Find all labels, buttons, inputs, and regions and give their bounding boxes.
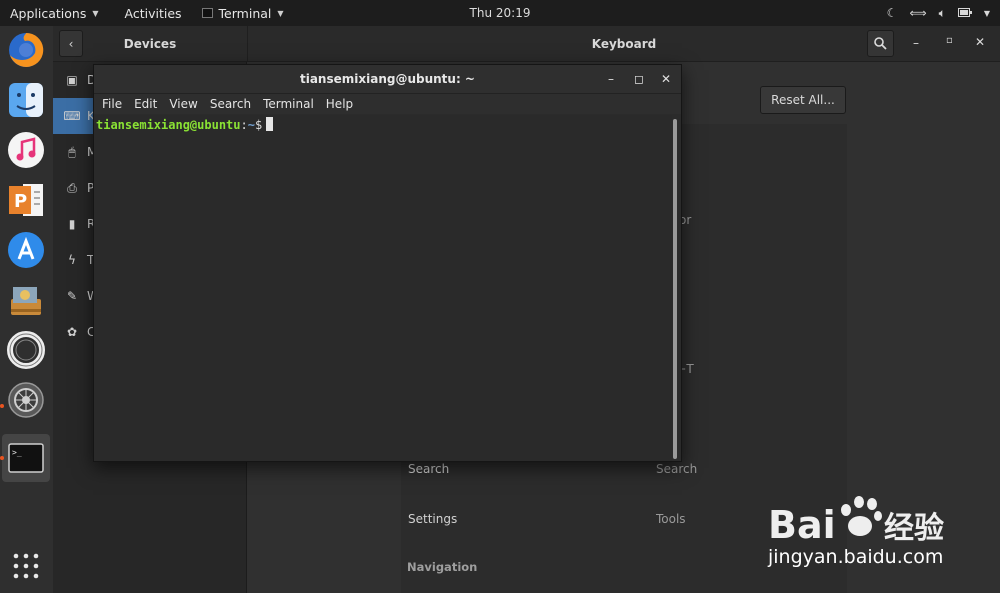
sidebar-title: Devices — [123, 37, 177, 51]
watermark-brand: Bai — [768, 503, 836, 547]
maximize-icon: ◻ — [634, 72, 644, 86]
search-button[interactable] — [867, 30, 894, 57]
prompt-separator: : — [240, 118, 248, 132]
terminal-close-button[interactable]: ✕ — [657, 70, 675, 88]
minimize-icon: – — [608, 72, 614, 86]
show-applications-icon — [13, 553, 39, 579]
firefox-icon — [9, 32, 44, 67]
search-icon — [874, 37, 887, 50]
volume-icon: 🔈︎ — [938, 5, 946, 20]
terminal-icon: >_ — [8, 443, 44, 473]
watermark-url: jingyan.baidu.com — [768, 546, 944, 568]
terminal-app-menu[interactable]: Terminal ▼ — [192, 0, 294, 26]
close-icon: ✕ — [660, 72, 672, 86]
music-launcher[interactable] — [6, 130, 46, 170]
running-indicator — [0, 404, 4, 408]
chevron-down-icon: ▼ — [983, 8, 990, 18]
terminal-scrollbar[interactable] — [673, 119, 677, 459]
thunderbolt-icon: ϟ — [68, 253, 76, 267]
music-icon — [8, 132, 44, 168]
shortcut-key: Tools — [656, 511, 686, 526]
running-indicator — [0, 456, 4, 460]
menu-file[interactable]: File — [96, 97, 128, 111]
shortcut-name: Search — [408, 461, 450, 476]
settings-header: ‹ Devices Keyboard – ▫ ✕ — [53, 26, 1000, 62]
chevron-down-icon: ▼ — [92, 8, 99, 18]
close-icon: ✕ — [975, 35, 986, 49]
chevron-down-icon: ▼ — [277, 8, 284, 18]
app-store-icon — [8, 232, 44, 268]
activities-label: Activities — [124, 5, 182, 21]
top-bar: Applications ▼ Activities Terminal ▼ Thu… — [0, 0, 1000, 26]
terminal-title: tiansemixiang@ubuntu: ~ — [299, 72, 475, 86]
finder-launcher[interactable] — [6, 80, 46, 120]
night-light-icon: ☾ — [886, 6, 898, 20]
menu-edit[interactable]: Edit — [128, 97, 163, 111]
terminal-titlebar[interactable]: tiansemixiang@ubuntu: ~ – ◻ ✕ — [94, 65, 681, 94]
wacom-icon: ✎ — [66, 289, 78, 303]
removable-media-icon: ▮ — [68, 217, 76, 231]
shortcut-name: Settings — [408, 511, 458, 526]
lifebuoy-icon — [7, 331, 45, 369]
terminal-launcher[interactable]: >_ — [2, 434, 50, 482]
network-icon: ⟺ — [909, 6, 927, 20]
applications-label: Applications — [10, 5, 87, 21]
installer-launcher[interactable] — [6, 280, 46, 320]
terminal-window[interactable]: tiansemixiang@ubuntu: ~ – ◻ ✕ File Edit … — [93, 64, 682, 462]
prompt-symbol: $ — [254, 118, 263, 132]
maximize-button[interactable]: ▫ — [946, 35, 953, 46]
terminal-minimize-button[interactable]: – — [602, 70, 620, 88]
installer-icon — [11, 287, 41, 315]
minimize-icon: – — [913, 36, 919, 50]
minimize-button[interactable]: – — [913, 36, 919, 50]
color-icon: ✿ — [66, 325, 78, 339]
system-settings-launcher[interactable] — [6, 380, 46, 420]
menu-view[interactable]: View — [163, 97, 203, 111]
presentation-launcher[interactable]: P — [6, 180, 46, 220]
watermark-brand2: 经验 — [884, 511, 944, 546]
terminal-maximize-button[interactable]: ◻ — [630, 70, 648, 88]
presentation-icon: P — [9, 184, 43, 216]
display-icon: ▣ — [66, 73, 78, 87]
printer-icon: ⎙ — [67, 180, 77, 195]
battery-icon — [957, 6, 972, 20]
show-applications-button[interactable] — [6, 546, 46, 586]
prompt-path: ~ — [247, 118, 255, 132]
applications-menu[interactable]: Applications ▼ — [0, 0, 109, 26]
system-tray[interactable]: ☾ ⟺ 🔈︎ ▼ — [887, 0, 990, 26]
reset-all-button[interactable]: Reset All... — [760, 86, 846, 114]
menu-help[interactable]: Help — [320, 97, 359, 111]
firefox-launcher[interactable] — [6, 30, 46, 70]
prompt-user: tiansemixiang@ubuntu — [96, 118, 241, 132]
close-button[interactable]: ✕ — [975, 35, 985, 49]
dock: P >_ — [0, 26, 53, 593]
app-store-launcher[interactable] — [6, 230, 46, 270]
clock[interactable]: Thu 20:19 — [470, 6, 531, 20]
terminal-small-icon — [201, 8, 213, 18]
baidu-watermark: Bai 经验 jingyan.baidu.com — [768, 488, 948, 572]
terminal-output[interactable]: tiansemixiang@ubuntu:~$ — [94, 115, 672, 461]
shortcut-key: Search — [656, 461, 698, 476]
section-heading: Navigation — [407, 560, 478, 574]
maximize-icon: ▫ — [946, 35, 953, 46]
svg-text:P: P — [14, 191, 27, 212]
terminal-menubar: File Edit View Search Terminal Help — [94, 94, 681, 114]
terminal-app-label: Terminal — [218, 5, 272, 21]
help-launcher[interactable] — [6, 330, 46, 370]
menu-terminal[interactable]: Terminal — [257, 97, 320, 111]
mouse-icon: 🖱︎ — [68, 144, 76, 159]
svg-text:>_: >_ — [12, 448, 22, 457]
finder-icon — [9, 83, 43, 117]
keyboard-icon: ⌨ — [63, 109, 81, 123]
system-settings-icon — [8, 382, 44, 418]
menu-search[interactable]: Search — [204, 97, 257, 111]
text-cursor — [266, 117, 274, 131]
activities-button[interactable]: Activities — [115, 0, 192, 26]
